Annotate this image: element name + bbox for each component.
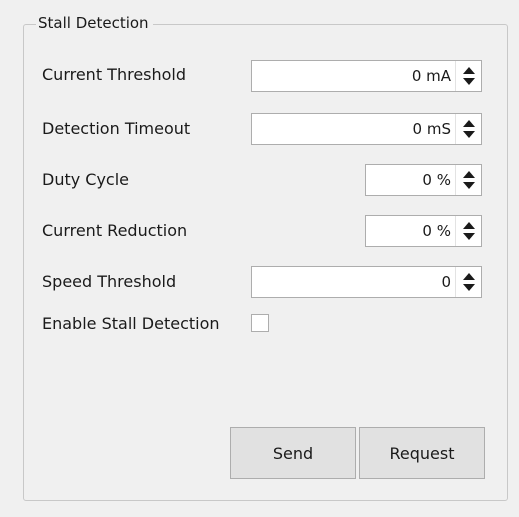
current-threshold-spin-buttons[interactable] xyxy=(455,61,481,91)
detection-timeout-spinbox[interactable]: 0 mS xyxy=(251,113,482,145)
speed-threshold-spinbox[interactable]: 0 xyxy=(251,266,482,298)
current-reduction-spin-buttons[interactable] xyxy=(455,216,481,246)
spin-up-icon[interactable] xyxy=(463,120,475,127)
detection-timeout-label: Detection Timeout xyxy=(42,119,191,138)
spin-down-icon[interactable] xyxy=(463,78,475,85)
enable-stall-detection-label: Enable Stall Detection xyxy=(42,314,220,333)
duty-cycle-spinbox[interactable]: 0 % xyxy=(365,164,482,196)
duty-cycle-label: Duty Cycle xyxy=(42,170,130,189)
current-threshold-value: 0 mA xyxy=(411,67,451,85)
current-reduction-value: 0 % xyxy=(422,222,451,240)
speed-threshold-value: 0 xyxy=(441,273,451,291)
group-title: Stall Detection xyxy=(36,14,153,32)
enable-stall-detection-checkbox[interactable] xyxy=(251,314,269,332)
current-reduction-label: Current Reduction xyxy=(42,221,188,240)
current-threshold-label: Current Threshold xyxy=(42,65,187,84)
current-threshold-spinbox[interactable]: 0 mA xyxy=(251,60,482,92)
duty-cycle-spin-buttons[interactable] xyxy=(455,165,481,195)
spin-down-icon[interactable] xyxy=(463,284,475,291)
detection-timeout-spin-buttons[interactable] xyxy=(455,114,481,144)
current-reduction-spinbox[interactable]: 0 % xyxy=(365,215,482,247)
spin-down-icon[interactable] xyxy=(463,131,475,138)
duty-cycle-value: 0 % xyxy=(422,171,451,189)
spin-down-icon[interactable] xyxy=(463,182,475,189)
speed-threshold-label: Speed Threshold xyxy=(42,272,177,291)
spin-up-icon[interactable] xyxy=(463,273,475,280)
speed-threshold-spin-buttons[interactable] xyxy=(455,267,481,297)
spin-up-icon[interactable] xyxy=(463,67,475,74)
spin-up-icon[interactable] xyxy=(463,171,475,178)
detection-timeout-value: 0 mS xyxy=(412,120,451,138)
request-button[interactable]: Request xyxy=(359,427,485,479)
spin-up-icon[interactable] xyxy=(463,222,475,229)
send-button[interactable]: Send xyxy=(230,427,356,479)
spin-down-icon[interactable] xyxy=(463,233,475,240)
